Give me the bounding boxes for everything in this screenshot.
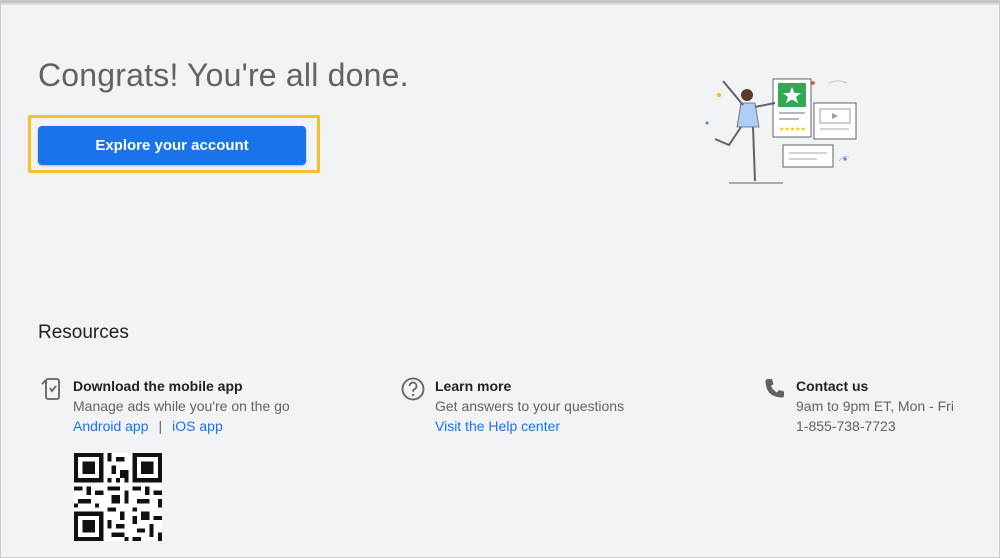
explore-account-button[interactable]: Explore your account	[38, 126, 306, 165]
resource-title: Contact us	[796, 378, 869, 394]
top-shadow-bar	[1, 1, 999, 5]
link-separator: |	[158, 418, 163, 434]
resource-title: Download the mobile app	[73, 378, 243, 394]
page-frame: Congrats! You're all done. Explore your …	[0, 0, 1000, 558]
ios-app-link[interactable]: iOS app	[172, 418, 223, 434]
phone-download-icon	[41, 378, 60, 400]
help-center-link[interactable]: Visit the Help center	[435, 418, 560, 434]
help-circle-icon	[401, 377, 425, 401]
android-app-link[interactable]: Android app	[73, 418, 149, 434]
resources-title: Resources	[38, 322, 129, 343]
resource-subtitle: Manage ads while you're on the go	[73, 398, 290, 414]
contact-phone: 1-855-738-7723	[796, 418, 896, 434]
contact-hours: 9am to 9pm ET, Mon - Fri	[796, 398, 954, 414]
celebration-illustration: ★★★★★	[705, 78, 857, 184]
resource-subtitle: Get answers to your questions	[435, 398, 625, 414]
resource-title: Learn more	[435, 378, 512, 394]
page-title: Congrats! You're all done.	[38, 57, 409, 93]
phone-icon	[765, 379, 784, 398]
svg-text:★★★★★: ★★★★★	[779, 126, 806, 133]
qr-code-icon	[74, 453, 162, 541]
